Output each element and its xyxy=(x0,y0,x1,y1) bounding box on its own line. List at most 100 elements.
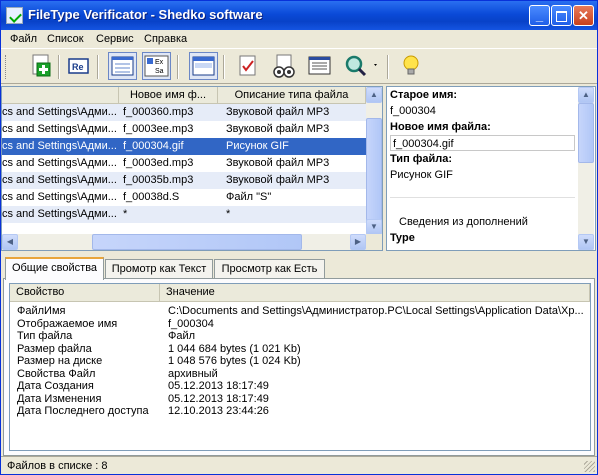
minimize-button[interactable]: _ xyxy=(529,5,550,26)
scan-icon xyxy=(273,54,295,78)
property-row[interactable]: Дата Создания 05.12.2013 18:17:49 xyxy=(10,380,590,392)
details-panel: Старое имя: f_000304 Новое имя файла: f_… xyxy=(386,86,596,251)
file-list[interactable]: Новое имя ф... Описание типа файла cs an… xyxy=(1,86,383,251)
properties-list[interactable]: Свойство Значение ФайлИмя C:\Documents an… xyxy=(9,283,591,451)
column-header-new-name[interactable]: Новое имя ф... xyxy=(119,87,218,104)
cell-type: Рисунок GIF xyxy=(226,140,289,152)
tab-view-as-is[interactable]: Просмотр как Есть xyxy=(214,259,325,279)
scan-button[interactable] xyxy=(269,52,298,80)
cell-type: Файл "S" xyxy=(226,191,272,203)
tab-general-properties[interactable]: Общие свойства xyxy=(5,257,104,280)
new-name-field[interactable]: f_000304.gif xyxy=(390,135,575,151)
scroll-up-button[interactable]: ▲ xyxy=(366,87,382,103)
property-key: Дата Изменения xyxy=(17,392,102,405)
table-row[interactable]: cs and Settings\Адми... f_00035b.mp3 Звуко… xyxy=(2,172,366,189)
plugin-info-label: Сведения из дополнений xyxy=(399,216,528,228)
property-row[interactable]: Размер на диске 1 048 576 bytes (1 024 Kb… xyxy=(10,355,590,367)
view-panel-button[interactable] xyxy=(189,52,218,80)
table-row[interactable]: cs and Settings\Адми... * * xyxy=(2,206,366,223)
table-row[interactable]: cs and Settings\Адми... f_0003ee.mp3 Звуко… xyxy=(2,121,366,138)
toolbar: Re Ex Sa xyxy=(1,48,597,84)
property-key: Дата Последнего доступа xyxy=(17,405,149,417)
scroll-thumb[interactable] xyxy=(366,118,382,224)
property-row[interactable]: Тип файла Файл xyxy=(10,330,590,342)
menu-service[interactable]: Сервис xyxy=(96,33,134,45)
status-bar: Файлов в списке : 8 xyxy=(1,456,597,474)
old-name-label: Старое имя: xyxy=(390,89,458,101)
cell-type: * xyxy=(226,208,231,220)
property-row[interactable]: ФайлИмя C:\Documents and Settings\Админис… xyxy=(10,305,590,317)
menu-list[interactable]: Список xyxy=(47,33,84,45)
view-list-icon xyxy=(111,56,134,76)
scroll-thumb[interactable] xyxy=(92,234,302,250)
tip-button[interactable] xyxy=(397,52,426,80)
column-header-type-description[interactable]: Описание типа файла xyxy=(218,87,366,104)
cell-type: Звуковой файл MP3 xyxy=(226,106,330,118)
property-key: ФайлИмя xyxy=(17,305,66,317)
title-bar[interactable]: FileType Verificator - Shedko software _… xyxy=(1,1,597,30)
property-row[interactable]: Дата Изменения 05.12.2013 18:17:49 xyxy=(10,393,590,405)
file-type-label: Тип файла: xyxy=(390,153,453,165)
scroll-right-button[interactable]: ▶ xyxy=(350,234,366,250)
rename-icon: Re xyxy=(68,58,89,74)
property-key: Отображаемое имя xyxy=(17,317,118,330)
list-vertical-scrollbar[interactable]: ▲ ▼ xyxy=(366,87,382,235)
column-header-path[interactable] xyxy=(2,87,119,104)
toolbar-separator xyxy=(97,55,99,79)
table-row[interactable]: cs and Settings\Адми... f_0003ed.mp3 Звуко… xyxy=(2,155,366,172)
tip-icon xyxy=(403,55,419,75)
column-header-value[interactable]: Значение xyxy=(160,284,590,302)
tab-view-as-text[interactable]: Промотр как Текст xyxy=(105,259,213,279)
add-files-icon xyxy=(32,54,51,77)
table-row[interactable]: cs and Settings\Адми... f_000360.mp3 Звуко… xyxy=(2,104,366,121)
maximize-icon xyxy=(556,11,567,22)
cell-path: cs and Settings\Адми... xyxy=(2,106,117,118)
property-value: 12.10.2013 23:44:26 xyxy=(168,405,269,417)
property-row[interactable]: Размер файла 1 044 684 bytes (1 021 Kb) xyxy=(10,343,590,355)
cell-path: cs and Settings\Адми... xyxy=(2,157,117,169)
toolbar-separator xyxy=(387,55,389,79)
info-button[interactable] xyxy=(305,52,334,80)
maximize-button[interactable] xyxy=(551,5,572,26)
column-header-property[interactable]: Свойство xyxy=(10,284,160,302)
info-icon xyxy=(308,56,331,75)
add-files-button[interactable] xyxy=(26,52,55,80)
property-row[interactable]: Отображаемое имя f_000304 xyxy=(10,318,590,330)
svg-text:Sa: Sa xyxy=(155,68,164,75)
property-key: Размер на диске xyxy=(17,355,103,367)
scroll-thumb[interactable] xyxy=(578,103,594,163)
cell-name: f_0003ed.mp3 xyxy=(123,157,194,169)
rename-button[interactable]: Re xyxy=(64,52,93,80)
table-row[interactable]: cs and Settings\Адми... f_000304.gif Рисун… xyxy=(2,138,366,155)
list-horizontal-scrollbar[interactable]: ◀ ▶ xyxy=(2,234,366,250)
app-check-icon xyxy=(6,7,23,24)
minimize-icon: _ xyxy=(535,8,544,23)
view-details-button[interactable]: Ex Sa xyxy=(142,52,171,80)
property-row[interactable]: Дата Последнего доступа 12.10.2013 23:44:… xyxy=(10,405,590,417)
scroll-left-button[interactable]: ◀ xyxy=(2,234,18,250)
property-value: 1 044 684 bytes (1 021 Kb) xyxy=(168,342,301,355)
table-row[interactable]: cs and Settings\Адми... f_00038d.S Файл "S… xyxy=(2,189,366,206)
toolbar-separator xyxy=(177,55,179,79)
cell-name: f_00038d.S xyxy=(123,191,180,203)
details-vertical-scrollbar[interactable]: ▲ ▼ xyxy=(578,87,594,250)
view-list-button[interactable] xyxy=(108,52,137,80)
property-value: 1 048 576 bytes (1 024 Kb) xyxy=(168,355,301,367)
menu-file[interactable]: Файл xyxy=(10,33,37,45)
resize-grip-icon[interactable] xyxy=(584,461,595,472)
type-header: Type xyxy=(390,232,415,244)
scroll-up-button[interactable]: ▲ xyxy=(578,87,594,103)
scroll-down-button[interactable]: ▼ xyxy=(578,234,594,250)
property-row[interactable]: Свойства Файл архивный xyxy=(10,368,590,380)
scroll-down-button[interactable]: ▼ xyxy=(366,219,382,235)
toolbar-grip[interactable] xyxy=(5,55,9,79)
cell-name: f_000304.gif xyxy=(123,140,184,152)
search-button[interactable] xyxy=(341,52,381,80)
menu-help[interactable]: Справка xyxy=(144,33,187,45)
close-icon: ✕ xyxy=(578,8,589,23)
check-icon xyxy=(239,55,256,76)
property-value: f_000304 xyxy=(168,317,214,330)
close-button[interactable]: ✕ xyxy=(573,5,594,26)
cell-type: Звуковой файл MP3 xyxy=(226,157,330,169)
check-button[interactable] xyxy=(233,52,262,80)
